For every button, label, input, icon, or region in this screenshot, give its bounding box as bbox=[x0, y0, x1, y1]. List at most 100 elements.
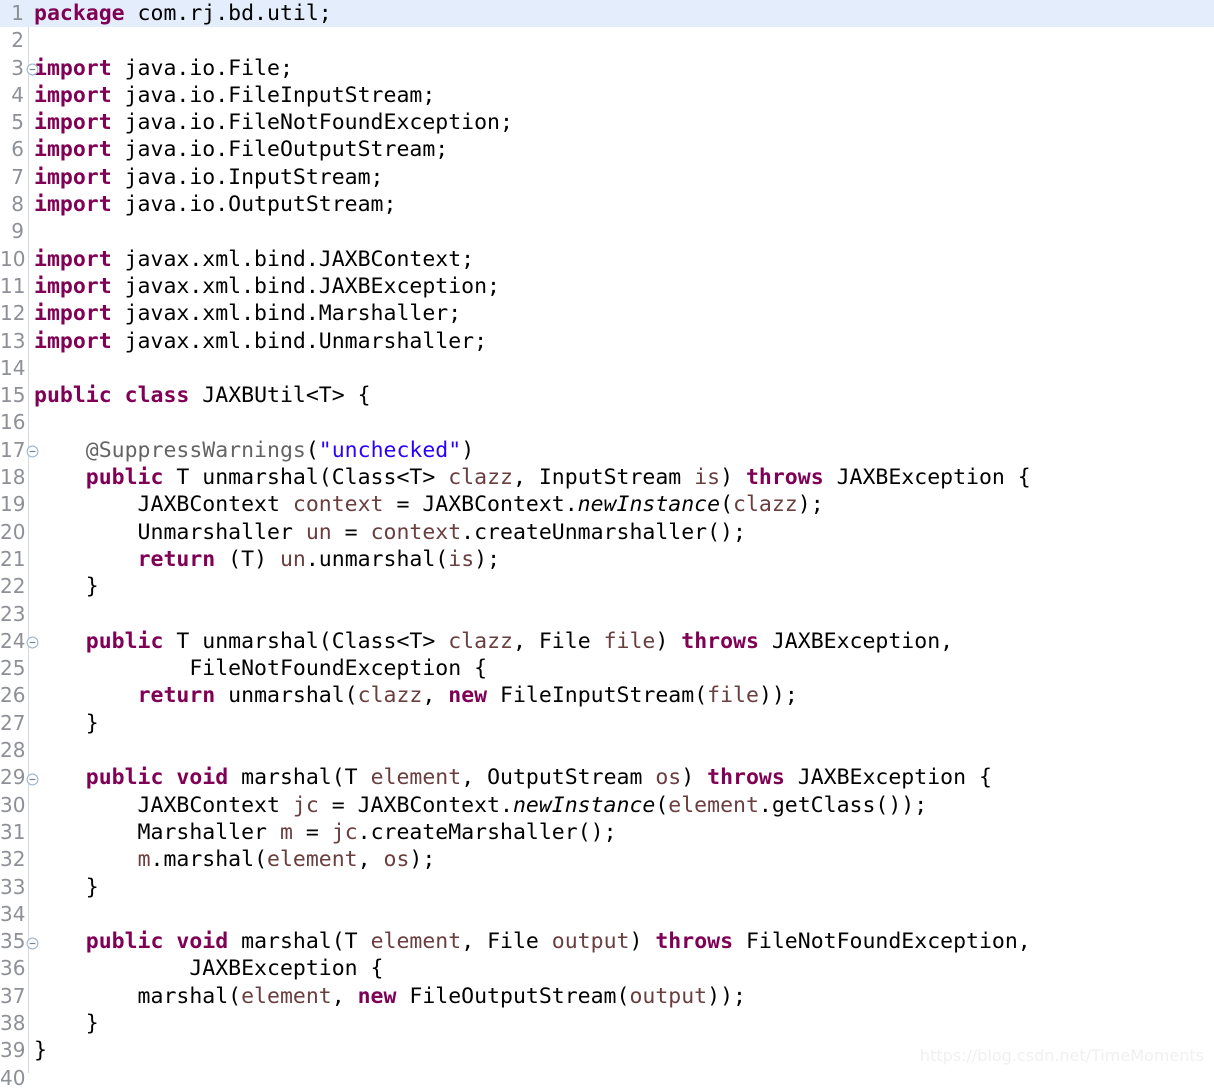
code-line[interactable]: 31 Marshaller m = jc.createMarshaller(); bbox=[0, 819, 1214, 846]
token-pln bbox=[34, 465, 86, 490]
code-line[interactable]: 26 return unmarshal(clazz, new FileInput… bbox=[0, 682, 1214, 709]
code-line[interactable]: 36 JAXBException { bbox=[0, 955, 1214, 982]
line-number: 13 bbox=[0, 328, 26, 353]
code-line[interactable]: 16 bbox=[0, 409, 1214, 436]
token-var: m bbox=[279, 819, 293, 845]
code-line[interactable]: 1 package com.rj.bd.util; bbox=[0, 0, 1214, 28]
code-line[interactable]: 7 import java.io.InputStream; bbox=[0, 164, 1214, 191]
fold-collapse-icon[interactable] bbox=[26, 764, 40, 791]
token-pln: ) bbox=[629, 929, 656, 955]
code-editor[interactable]: 1 package com.rj.bd.util; 2 3 import java.i… bbox=[0, 0, 1214, 1090]
code-line[interactable]: 15 public class JAXBUtil<T> { bbox=[0, 382, 1214, 409]
code-line[interactable]: 24 public T unmarshal(Class<T> clazz, Fi… bbox=[0, 628, 1214, 655]
code-text: import javax.xml.bind.JAXBException; bbox=[0, 273, 1214, 300]
token-pln: unmarshal( bbox=[215, 683, 358, 709]
line-number: 36 bbox=[0, 956, 26, 981]
code-line[interactable]: 6 import java.io.FileOutputStream; bbox=[0, 136, 1214, 163]
code-line[interactable]: 4 import java.io.FileInputStream; bbox=[0, 82, 1214, 109]
code-line[interactable]: 12 import javax.xml.bind.Marshaller; bbox=[0, 300, 1214, 327]
code-line[interactable]: 10 import javax.xml.bind.JAXBContext; bbox=[0, 246, 1214, 273]
line-number: 26 bbox=[0, 683, 26, 708]
token-var: m bbox=[137, 847, 151, 873]
code-line[interactable]: 29 public void marshal(T element, Output… bbox=[0, 764, 1214, 791]
token-kw: import bbox=[34, 301, 112, 327]
code-line[interactable]: 18 public T unmarshal(Class<T> clazz, In… bbox=[0, 464, 1214, 491]
token-pln: , bbox=[357, 847, 384, 873]
token-pln: com.rj.bd.util; bbox=[124, 1, 332, 26]
token-var: is bbox=[694, 465, 721, 491]
code-line[interactable]: 11 import javax.xml.bind.JAXBException; bbox=[0, 273, 1214, 300]
token-pln: } bbox=[34, 574, 99, 600]
token-pln: T unmarshal(Class<T> bbox=[163, 628, 449, 654]
code-line[interactable]: 9 bbox=[0, 218, 1214, 245]
code-line[interactable]: 5 import java.io.FileNotFoundException; bbox=[0, 109, 1214, 136]
code-line[interactable]: 40 bbox=[0, 1065, 1214, 1092]
code-line[interactable]: 27 } bbox=[0, 710, 1214, 737]
token-pln: ( bbox=[305, 437, 319, 463]
code-line[interactable]: 38 } bbox=[0, 1010, 1214, 1037]
line-number: 12 bbox=[0, 301, 26, 326]
code-line[interactable]: 25 FileNotFoundException { bbox=[0, 655, 1214, 682]
code-text: FileNotFoundException { bbox=[0, 655, 1214, 682]
token-pln: } bbox=[34, 874, 99, 900]
watermark: https://blog.csdn.net/TimeMoments bbox=[919, 1046, 1204, 1065]
token-ann: @SuppressWarnings bbox=[85, 437, 306, 463]
token-kw: import bbox=[34, 328, 112, 354]
code-line[interactable]: 3 import java.io.File; bbox=[0, 55, 1214, 82]
token-pln bbox=[34, 765, 86, 790]
code-text: package com.rj.bd.util; bbox=[0, 0, 1214, 27]
token-pln bbox=[34, 438, 86, 463]
token-kw: throws bbox=[681, 628, 759, 654]
code-text: import java.io.File; bbox=[0, 55, 1214, 82]
code-line[interactable]: 2 bbox=[0, 27, 1214, 54]
code-line[interactable]: 32 m.marshal(element, os); bbox=[0, 846, 1214, 873]
token-var: os bbox=[655, 765, 682, 791]
code-line[interactable]: 35 public void marshal(T element, File o… bbox=[0, 928, 1214, 955]
code-line[interactable]: 22 } bbox=[0, 573, 1214, 600]
token-pln: marshal( bbox=[34, 983, 242, 1009]
token-var: is bbox=[448, 546, 475, 572]
line-number: 18 bbox=[0, 465, 26, 490]
token-pln: .createUnmarshaller(); bbox=[461, 519, 746, 545]
code-line[interactable]: 33 } bbox=[0, 874, 1214, 901]
code-line[interactable]: 8 import java.io.OutputStream; bbox=[0, 191, 1214, 218]
code-line[interactable]: 34 bbox=[0, 901, 1214, 928]
code-line[interactable]: 28 bbox=[0, 737, 1214, 764]
fold-collapse-icon[interactable] bbox=[26, 437, 40, 464]
code-text: public void marshal(T element, OutputStr… bbox=[0, 764, 1214, 791]
code-line[interactable]: 17 @SuppressWarnings("unchecked") bbox=[0, 437, 1214, 464]
token-pln: } bbox=[34, 1010, 99, 1036]
code-text: JAXBException { bbox=[0, 955, 1214, 982]
code-line[interactable]: 30 JAXBContext jc = JAXBContext.newInsta… bbox=[0, 792, 1214, 819]
code-line[interactable]: 23 bbox=[0, 601, 1214, 628]
token-pln: marshal(T bbox=[228, 765, 371, 791]
code-line[interactable]: 14 bbox=[0, 355, 1214, 382]
code-line[interactable]: 20 Unmarshaller un = context.createUnmar… bbox=[0, 519, 1214, 546]
code-text: } bbox=[0, 874, 1214, 901]
code-line[interactable]: 19 JAXBContext context = JAXBContext.new… bbox=[0, 491, 1214, 518]
token-pln: JAXBException { bbox=[784, 765, 992, 791]
code-line[interactable]: 21 return (T) un.unmarshal(is); bbox=[0, 546, 1214, 573]
code-text: public T unmarshal(Class<T> clazz, File … bbox=[0, 628, 1214, 655]
code-line[interactable]: 37 marshal(element, new FileOutputStream… bbox=[0, 983, 1214, 1010]
fold-collapse-icon[interactable] bbox=[26, 628, 40, 655]
token-var: jc bbox=[292, 792, 319, 818]
token-kw: public bbox=[85, 465, 164, 491]
line-number: 2 bbox=[11, 28, 24, 53]
token-var: output bbox=[629, 983, 708, 1009]
fold-collapse-icon[interactable] bbox=[26, 55, 40, 82]
token-var: element bbox=[370, 929, 462, 955]
token-pln bbox=[34, 683, 138, 708]
token-pln: java.io.OutputStream; bbox=[111, 192, 397, 218]
code-lines-container[interactable]: 1 package com.rj.bd.util; 2 3 import java.i… bbox=[0, 0, 1214, 1092]
line-number: 33 bbox=[0, 874, 26, 899]
line-number: 9 bbox=[11, 219, 24, 244]
token-var: clazz bbox=[357, 683, 423, 709]
token-var: context bbox=[292, 492, 384, 518]
token-var: clazz bbox=[733, 492, 798, 518]
code-text: Unmarshaller un = context.createUnmarsha… bbox=[0, 519, 1214, 546]
code-text: import javax.xml.bind.Marshaller; bbox=[0, 300, 1214, 327]
token-pln: JAXBContext bbox=[34, 492, 293, 518]
fold-collapse-icon[interactable] bbox=[26, 928, 40, 955]
code-line[interactable]: 13 import javax.xml.bind.Unmarshaller; bbox=[0, 328, 1214, 355]
